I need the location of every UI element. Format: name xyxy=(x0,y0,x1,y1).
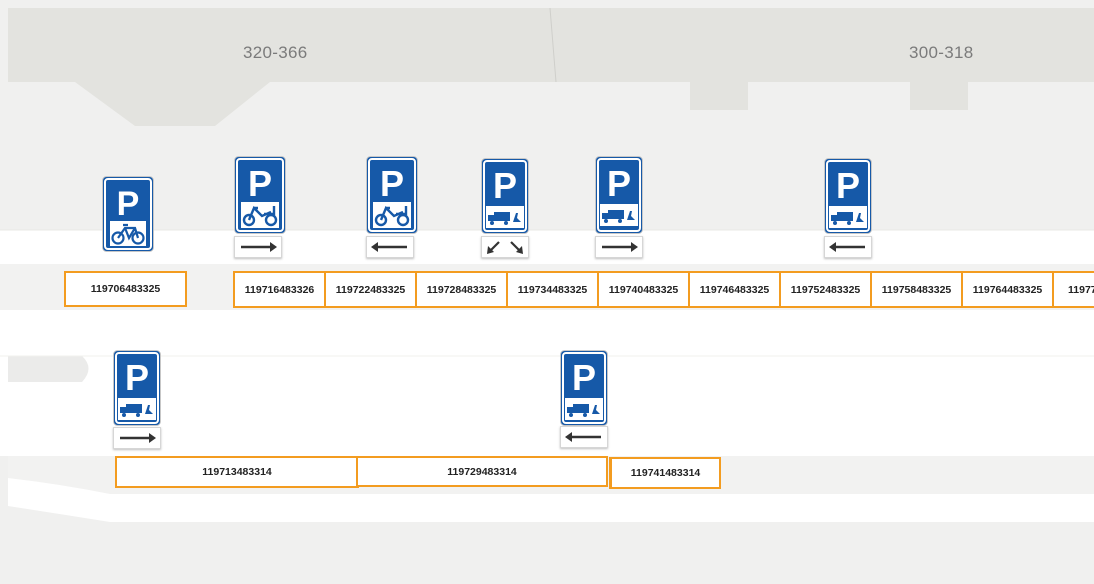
parking-sign-loading[interactable]: P xyxy=(824,158,872,234)
arrow-left-icon xyxy=(565,432,601,442)
building-label: 320-366 xyxy=(243,43,308,62)
parking-p-letter: P xyxy=(836,165,860,206)
parking-spot[interactable]: 119734483325 xyxy=(506,271,599,308)
direction-plate xyxy=(560,426,608,448)
building-block xyxy=(690,82,748,110)
direction-plate xyxy=(481,236,529,258)
parking-sign-loading[interactable]: P xyxy=(113,350,161,426)
parking-spot[interactable]: 119740483325 xyxy=(597,271,690,308)
parking-spot[interactable]: 119758483325 xyxy=(870,271,963,308)
direction-plate xyxy=(113,427,161,449)
parking-p-letter: P xyxy=(572,357,596,398)
parking-sign-moped[interactable]: P xyxy=(234,156,286,234)
direction-plate xyxy=(824,236,872,258)
building-label: 300-318 xyxy=(909,43,974,62)
parking-spot[interactable]: 11977 xyxy=(1052,271,1094,308)
building-block xyxy=(910,82,968,110)
building-300-318[interactable] xyxy=(550,8,1094,82)
building-annex xyxy=(75,82,270,126)
arrow-left-icon xyxy=(371,242,407,252)
direction-plate xyxy=(595,236,643,258)
road-stub xyxy=(8,356,89,382)
parking-spot[interactable]: 119713483314 xyxy=(115,456,359,488)
parking-spot[interactable]: 119746483325 xyxy=(688,271,781,308)
parking-spot[interactable]: 119706483325 xyxy=(64,271,187,307)
parking-p-letter: P xyxy=(117,185,140,223)
parking-sign-loading[interactable]: P xyxy=(595,156,643,234)
parking-p-letter: P xyxy=(607,163,631,204)
arrow-left-icon xyxy=(829,242,865,252)
parking-sign-loading[interactable]: P xyxy=(481,158,529,234)
parking-p-letter: P xyxy=(125,357,149,398)
parking-spot[interactable]: 119729483314 xyxy=(356,456,608,487)
arrow-right-icon xyxy=(602,242,638,252)
parking-map[interactable]: 320-366 300-318 119706483325 11971648332… xyxy=(0,0,1094,584)
arrow-right-icon xyxy=(120,433,156,443)
parking-sign-bicycle[interactable]: P xyxy=(102,176,154,252)
street-middle xyxy=(0,310,1094,456)
parking-p-letter: P xyxy=(248,163,272,204)
parking-spot[interactable]: 119752483325 xyxy=(779,271,872,308)
street-upper xyxy=(0,230,1094,264)
parking-p-letter: P xyxy=(493,165,517,206)
parking-spot[interactable]: 119722483325 xyxy=(324,271,417,308)
parking-spot[interactable]: 119728483325 xyxy=(415,271,508,308)
direction-plate xyxy=(234,236,282,258)
parking-spot[interactable]: 119741483314 xyxy=(609,457,721,489)
parking-sign-loading[interactable]: P xyxy=(560,350,608,426)
arrow-right-icon xyxy=(241,242,277,252)
arrows-diverging-icon xyxy=(487,241,523,254)
parking-sign-moped[interactable]: P xyxy=(366,156,418,234)
parking-spot[interactable]: 119716483326 xyxy=(233,271,326,308)
parking-p-letter: P xyxy=(380,163,404,204)
direction-plate xyxy=(366,236,414,258)
parking-spot[interactable]: 119764483325 xyxy=(961,271,1054,308)
